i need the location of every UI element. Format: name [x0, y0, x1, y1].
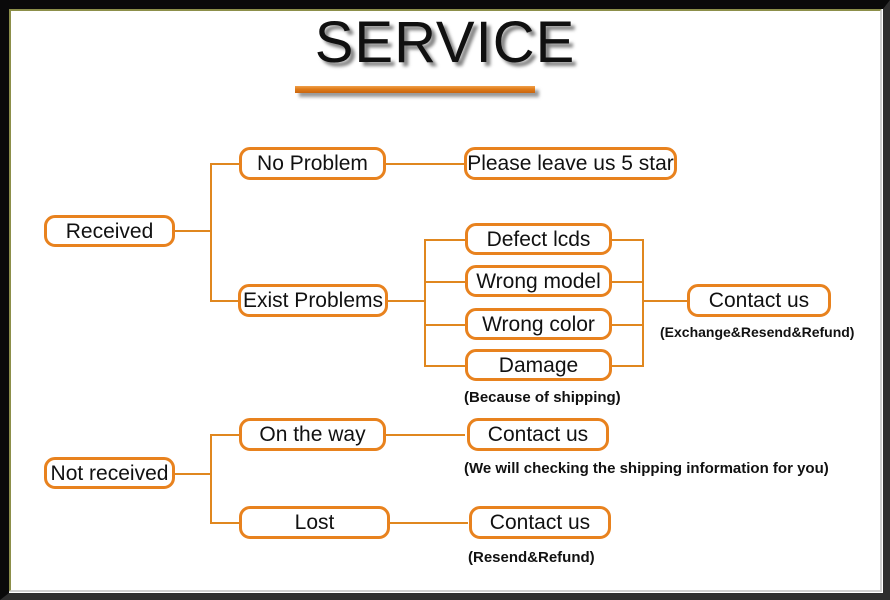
node-lost-label: Lost — [294, 511, 335, 534]
connector-defect-lcds-to-merge — [611, 239, 644, 241]
node-damage[interactable]: Damage — [465, 349, 612, 381]
node-contact-us-lost-label: Contact us — [489, 511, 591, 534]
page-title: SERVICE — [314, 10, 576, 75]
connector-problems-merge-trunk — [642, 239, 644, 366]
node-contact-us-lost[interactable]: Contact us — [469, 506, 611, 539]
node-no-problem[interactable]: No Problem — [239, 147, 386, 180]
node-no-problem-label: No Problem — [257, 152, 368, 175]
connector-received-trunk — [210, 163, 212, 301]
node-contact-us-problems-label: Contact us — [708, 289, 810, 312]
node-wrong-model[interactable]: Wrong model — [465, 265, 612, 297]
node-received-label: Received — [65, 219, 154, 243]
node-wrong-color-label: Wrong color — [482, 312, 595, 336]
connector-merge-to-contact-us — [642, 300, 688, 302]
node-damage-label: Damage — [498, 353, 579, 377]
node-please-leave-5-star[interactable]: Please leave us 5 star — [464, 147, 677, 180]
node-received[interactable]: Received — [44, 215, 175, 247]
connector-not-received-stub — [174, 473, 212, 475]
node-exist-problems[interactable]: Exist Problems — [238, 284, 388, 317]
node-defect-lcds[interactable]: Defect lcds — [465, 223, 612, 255]
note-because-of-shipping: (Because of shipping) — [464, 389, 621, 406]
connector-received-to-exist-problems — [210, 300, 240, 302]
node-lost[interactable]: Lost — [239, 506, 390, 539]
connector-not-received-trunk — [210, 434, 212, 523]
connector-exist-to-damage — [424, 365, 466, 367]
connector-exist-problems-stub — [385, 300, 425, 302]
note-checking-shipping-info: (We will checking the shipping informati… — [464, 460, 829, 477]
node-contact-us-problems[interactable]: Contact us — [687, 284, 831, 317]
node-defect-lcds-label: Defect lcds — [486, 227, 591, 251]
connector-exist-to-defect-lcds — [424, 239, 466, 241]
connector-no-problem-to-leave-5-star — [385, 163, 465, 165]
node-contact-us-on-the-way[interactable]: Contact us — [467, 418, 609, 451]
connector-on-the-way-to-contact-us — [385, 434, 465, 436]
node-on-the-way[interactable]: On the way — [239, 418, 386, 451]
connector-received-to-no-problem — [210, 163, 240, 165]
note-resend-refund: (Resend&Refund) — [468, 549, 595, 566]
node-contact-us-on-the-way-label: Contact us — [487, 423, 589, 446]
node-on-the-way-label: On the way — [259, 423, 366, 446]
note-exchange-resend-refund: (Exchange&Resend&Refund) — [660, 324, 855, 340]
node-wrong-model-label: Wrong model — [476, 269, 601, 293]
node-wrong-color[interactable]: Wrong color — [465, 308, 612, 340]
connector-wrong-color-to-merge — [611, 324, 644, 326]
node-not-received[interactable]: Not received — [44, 457, 175, 489]
connector-received-stub — [174, 230, 212, 232]
connector-exist-to-wrong-model — [424, 281, 466, 283]
connector-wrong-model-to-merge — [611, 281, 644, 283]
node-not-received-label: Not received — [50, 461, 169, 485]
connector-damage-to-merge — [611, 365, 644, 367]
connector-not-received-to-lost — [210, 522, 240, 524]
node-exist-problems-label: Exist Problems — [242, 289, 384, 312]
service-flowchart-canvas: SERVICE Received No Problem Please leave… — [0, 0, 890, 600]
connector-lost-to-contact-us — [389, 522, 468, 524]
connector-not-received-to-on-the-way — [210, 434, 240, 436]
connector-exist-problems-trunk — [424, 239, 426, 366]
title-underline-rule — [295, 86, 535, 93]
connector-exist-to-wrong-color — [424, 324, 466, 326]
node-please-leave-5-star-label: Please leave us 5 star — [467, 152, 674, 175]
